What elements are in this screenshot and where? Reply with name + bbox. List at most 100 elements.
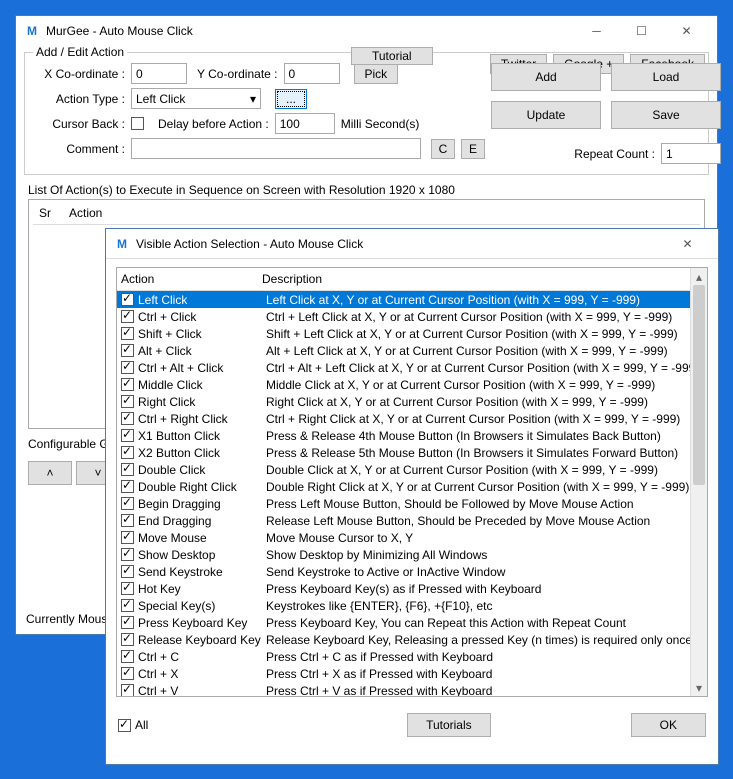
action-row[interactable]: Press Keyboard KeyPress Keyboard Key, Yo… (117, 614, 690, 631)
e-button[interactable]: E (461, 139, 485, 159)
dialog-close-button[interactable]: ✕ (665, 230, 710, 258)
action-row[interactable]: Special Key(s)Keystrokes like {ENTER}, {… (117, 597, 690, 614)
action-checkbox[interactable] (121, 378, 134, 391)
action-row[interactable]: Double ClickDouble Click at X, Y or at C… (117, 461, 690, 478)
action-checkbox[interactable] (121, 480, 134, 493)
cursor-back-checkbox[interactable] (131, 117, 144, 130)
action-row[interactable]: Right ClickRight Click at X, Y or at Cur… (117, 393, 690, 410)
action-checkbox[interactable] (121, 497, 134, 510)
tutorials-button[interactable]: Tutorials (407, 713, 491, 737)
maximize-button[interactable]: ☐ (619, 17, 664, 45)
action-checkbox[interactable] (121, 361, 134, 374)
action-name: Shift + Click (138, 327, 202, 341)
c-button[interactable]: C (431, 139, 455, 159)
action-row[interactable]: Ctrl + Right ClickCtrl + Right Click at … (117, 410, 690, 427)
action-checkbox[interactable] (121, 429, 134, 442)
action-name: Ctrl + Click (138, 310, 196, 324)
action-checkbox[interactable] (121, 599, 134, 612)
action-description: Press Keyboard Key(s) as if Pressed with… (266, 582, 690, 596)
action-description: Ctrl + Left Click at X, Y or at Current … (266, 310, 690, 324)
tutorial-button[interactable]: Tutorial (351, 47, 433, 65)
add-button[interactable]: Add (491, 63, 601, 91)
action-checkbox[interactable] (121, 633, 134, 646)
action-row[interactable]: X2 Button ClickPress & Release 5th Mouse… (117, 444, 690, 461)
action-row[interactable]: Move MouseMove Mouse Cursor to X, Y (117, 529, 690, 546)
action-description: Press & Release 4th Mouse Button (In Bro… (266, 429, 690, 443)
action-description: Press Ctrl + C as if Pressed with Keyboa… (266, 650, 690, 664)
action-checkbox[interactable] (121, 650, 134, 663)
move-up-button[interactable]: ˄ (28, 461, 72, 485)
close-button[interactable]: ✕ (664, 17, 709, 45)
action-row[interactable]: Ctrl + XPress Ctrl + X as if Pressed wit… (117, 665, 690, 682)
action-checkbox[interactable] (121, 446, 134, 459)
action-checkbox[interactable] (121, 463, 134, 476)
action-name: Begin Dragging (138, 497, 221, 511)
action-row[interactable]: Ctrl + VPress Ctrl + V as if Pressed wit… (117, 682, 690, 696)
comment-input[interactable] (131, 138, 421, 159)
scroll-up-icon[interactable]: ▴ (691, 268, 707, 285)
col-action[interactable]: Action (63, 204, 109, 222)
x-input[interactable] (131, 63, 187, 84)
y-input[interactable] (284, 63, 340, 84)
scroll-thumb[interactable] (693, 285, 705, 485)
action-row[interactable]: Shift + ClickShift + Left Click at X, Y … (117, 325, 690, 342)
action-row[interactable]: Begin DraggingPress Left Mouse Button, S… (117, 495, 690, 512)
action-row[interactable]: Ctrl + Alt + ClickCtrl + Alt + Left Clic… (117, 359, 690, 376)
repeat-input[interactable] (661, 143, 721, 164)
action-row[interactable]: Left ClickLeft Click at X, Y or at Curre… (117, 291, 690, 308)
action-row[interactable]: Show DesktopShow Desktop by Minimizing A… (117, 546, 690, 563)
action-row[interactable]: Release Keyboard KeyRelease Keyboard Key… (117, 631, 690, 648)
delay-input[interactable] (275, 113, 335, 134)
action-checkbox[interactable] (121, 310, 134, 323)
save-button[interactable]: Save (611, 101, 721, 129)
action-checkbox[interactable] (121, 582, 134, 595)
action-description: Keystrokes like {ENTER}, {F6}, +{F10}, e… (266, 599, 690, 613)
action-name: Double Click (138, 463, 205, 477)
comment-label: Comment : (33, 142, 125, 156)
load-button[interactable]: Load (611, 63, 721, 91)
ok-button[interactable]: OK (631, 713, 706, 737)
action-checkbox[interactable] (121, 344, 134, 357)
action-checkbox[interactable] (121, 327, 134, 340)
action-description: Ctrl + Alt + Left Click at X, Y or at Cu… (266, 361, 690, 375)
action-type-select[interactable]: Left Click ▾ (131, 88, 261, 109)
action-checkbox[interactable] (121, 548, 134, 561)
chevron-down-icon: ▾ (250, 92, 256, 106)
status-text: Currently Mouse (26, 612, 114, 626)
action-row[interactable]: Alt + ClickAlt + Left Click at X, Y or a… (117, 342, 690, 359)
action-selection-dialog: M Visible Action Selection - Auto Mouse … (105, 228, 719, 765)
col-action-header[interactable]: Action (117, 272, 262, 286)
dialog-titlebar[interactable]: M Visible Action Selection - Auto Mouse … (106, 229, 718, 259)
action-checkbox[interactable] (121, 616, 134, 629)
action-checkbox[interactable] (121, 531, 134, 544)
scrollbar[interactable]: ▴ ▾ (690, 268, 707, 696)
action-checkbox[interactable] (121, 667, 134, 680)
action-name: Show Desktop (138, 548, 215, 562)
main-titlebar[interactable]: M MurGee - Auto Mouse Click ─ ☐ ✕ (16, 16, 717, 46)
action-checkbox[interactable] (121, 684, 134, 696)
scroll-down-icon[interactable]: ▾ (691, 679, 707, 696)
action-row[interactable]: Ctrl + CPress Ctrl + C as if Pressed wit… (117, 648, 690, 665)
action-row[interactable]: Send KeystrokeSend Keystroke to Active o… (117, 563, 690, 580)
all-checkbox[interactable] (118, 719, 131, 732)
action-row[interactable]: Ctrl + Click Ctrl + Left Click at X, Y or… (117, 308, 690, 325)
action-row[interactable]: Middle ClickMiddle Click at X, Y or at C… (117, 376, 690, 393)
action-row[interactable]: Double Right ClickDouble Right Click at … (117, 478, 690, 495)
action-row[interactable]: End DraggingRelease Left Mouse Button, S… (117, 512, 690, 529)
action-row[interactable]: X1 Button ClickPress & Release 4th Mouse… (117, 427, 690, 444)
update-button[interactable]: Update (491, 101, 601, 129)
col-description-header[interactable]: Description (262, 272, 690, 286)
action-checkbox[interactable] (121, 565, 134, 578)
browse-action-button[interactable]: ... (275, 89, 307, 109)
action-checkbox[interactable] (121, 395, 134, 408)
action-description: Press Ctrl + X as if Pressed with Keyboa… (266, 667, 690, 681)
action-checkbox[interactable] (121, 293, 134, 306)
minimize-button[interactable]: ─ (574, 17, 619, 45)
pick-button[interactable]: Pick (354, 64, 399, 84)
action-row[interactable]: Hot KeyPress Keyboard Key(s) as if Press… (117, 580, 690, 597)
action-checkbox[interactable] (121, 412, 134, 425)
action-checkbox[interactable] (121, 514, 134, 527)
action-description: Double Right Click at X, Y or at Current… (266, 480, 690, 494)
col-sr[interactable]: Sr (33, 204, 63, 222)
action-name: X2 Button Click (138, 446, 220, 460)
